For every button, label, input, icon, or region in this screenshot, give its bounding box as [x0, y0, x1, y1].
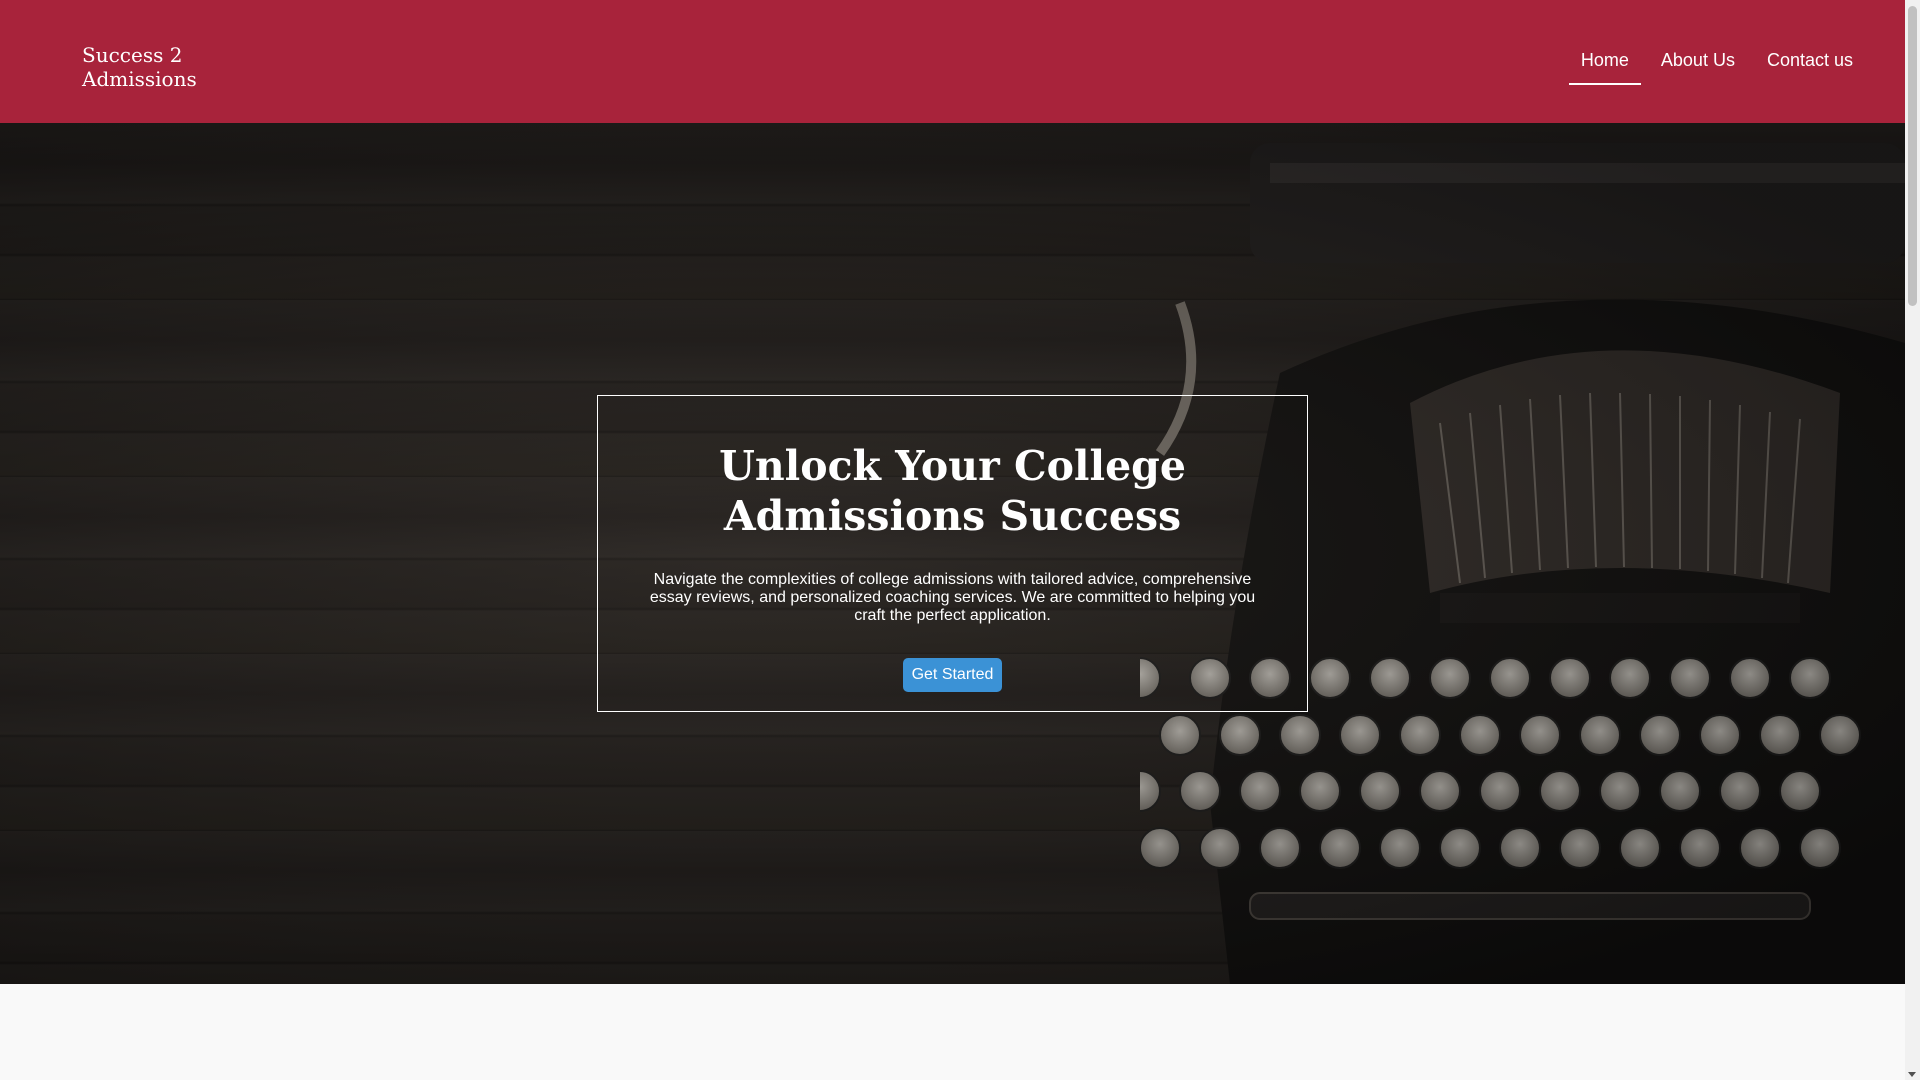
nav-contact-us[interactable]: Contact us [1755, 44, 1865, 85]
nav-home[interactable]: Home [1568, 44, 1641, 85]
site-header: Success 2 Admissions Home About Us Conta… [0, 0, 1905, 123]
hero-description: Navigate the complexities of college adm… [649, 571, 1256, 624]
get-started-button[interactable]: Get Started [902, 658, 1003, 692]
scrollbar-thumb[interactable] [1908, 6, 1917, 306]
scroll-down-arrow-icon[interactable] [1908, 1072, 1916, 1077]
nav-about-us[interactable]: About Us [1649, 44, 1747, 85]
page-scrollbar[interactable] [1905, 0, 1920, 1080]
main-nav: Home About Us Contact us [1561, 44, 1865, 85]
site-logo[interactable]: Success 2 Admissions [82, 43, 197, 91]
hero-title: Unlock Your College Admissions Success [719, 442, 1186, 540]
hero-card: Unlock Your College Admissions Success N… [597, 395, 1308, 712]
hero-section: Unlock Your College Admissions Success N… [0, 123, 1905, 984]
